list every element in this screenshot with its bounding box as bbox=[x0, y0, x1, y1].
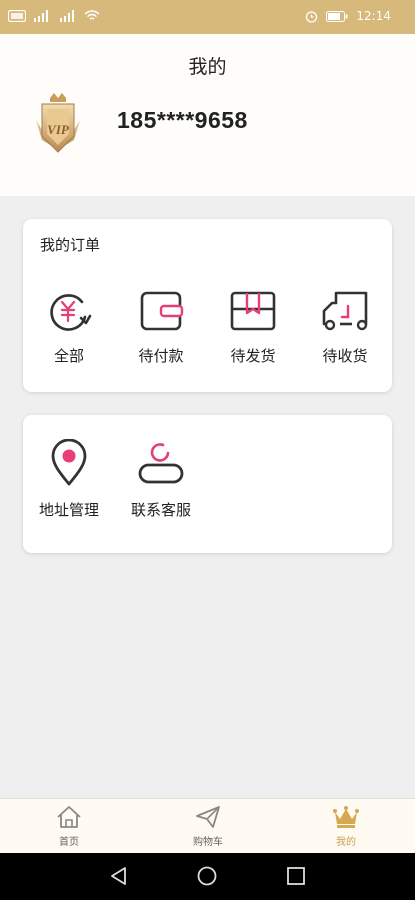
crown-icon bbox=[333, 806, 359, 828]
location-pin-icon bbox=[51, 439, 87, 486]
signal-icon bbox=[34, 10, 48, 22]
profile-header: 我的 VIP 185****9658 bbox=[0, 34, 415, 196]
status-right: 12:14 bbox=[305, 9, 391, 23]
tab-home[interactable]: 首页 bbox=[24, 805, 114, 848]
contact-service-button[interactable]: 联系客服 bbox=[115, 439, 207, 520]
tab-mine-label: 我的 bbox=[336, 837, 356, 848]
home-icon bbox=[57, 806, 81, 828]
user-service-icon bbox=[138, 443, 184, 484]
vip-badge-icon: VIP bbox=[26, 93, 90, 153]
order-pending-payment-label: 待付款 bbox=[138, 347, 184, 365]
wallet-icon bbox=[140, 291, 184, 331]
status-time: 12:14 bbox=[356, 9, 391, 23]
my-orders-title: 我的订单 bbox=[40, 236, 101, 254]
wifi-icon bbox=[84, 10, 100, 20]
signal-icon bbox=[60, 10, 74, 22]
order-all-label: 全部 bbox=[53, 347, 84, 365]
address-management-button[interactable]: 地址管理 bbox=[23, 439, 115, 520]
bottom-tab-bar: 首页 购物车 我的 bbox=[0, 798, 415, 853]
order-pending-shipment-button[interactable]: 待发货 bbox=[207, 291, 299, 366]
home-nav-icon[interactable] bbox=[196, 865, 218, 887]
back-nav-icon[interactable] bbox=[108, 865, 130, 887]
yuan-refresh-icon bbox=[50, 294, 92, 331]
services-card: 地址管理 联系客服 bbox=[23, 415, 392, 553]
page-title: 我的 bbox=[188, 56, 227, 78]
tab-cart[interactable]: 购物车 bbox=[163, 805, 253, 848]
order-all-button[interactable]: 全部 bbox=[23, 291, 115, 366]
my-orders-card: 我的订单 全部 待付款 待发货 待收货 bbox=[23, 219, 392, 392]
paper-plane-icon bbox=[196, 806, 220, 828]
delivery-truck-icon bbox=[322, 291, 368, 331]
user-phone: 185****9658 bbox=[117, 107, 248, 133]
package-box-icon bbox=[230, 291, 276, 331]
order-pending-shipment-label: 待发货 bbox=[230, 347, 276, 365]
order-pending-payment-button[interactable]: 待付款 bbox=[115, 291, 207, 366]
hd-icon bbox=[8, 10, 26, 22]
tab-home-label: 首页 bbox=[59, 837, 79, 848]
system-nav-bar bbox=[0, 853, 415, 900]
alarm-icon bbox=[306, 10, 318, 23]
order-pending-receipt-button[interactable]: 待收货 bbox=[299, 291, 391, 366]
contact-service-label: 联系客服 bbox=[130, 501, 191, 519]
svg-text:VIP: VIP bbox=[47, 122, 70, 137]
recents-nav-icon[interactable] bbox=[285, 865, 307, 887]
status-bar: 12:14 bbox=[0, 0, 415, 34]
tab-cart-label: 购物车 bbox=[193, 837, 223, 848]
address-management-label: 地址管理 bbox=[38, 501, 99, 519]
tab-mine[interactable]: 我的 bbox=[301, 805, 391, 848]
order-pending-receipt-label: 待收货 bbox=[322, 347, 368, 365]
battery-icon bbox=[326, 10, 348, 22]
status-left-icons bbox=[8, 10, 100, 22]
